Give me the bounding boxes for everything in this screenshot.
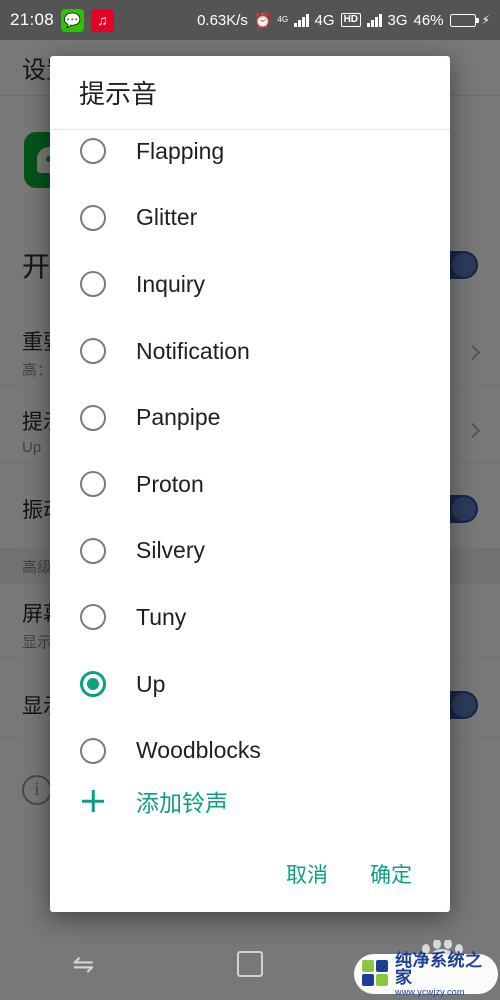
sound-option-row[interactable]: Glitter <box>50 185 450 252</box>
charging-bolt-icon: ⚡ <box>481 13 490 27</box>
sound-option-row[interactable]: Notification <box>50 318 450 385</box>
sound-option-label: Glitter <box>136 204 198 231</box>
radio-unchecked-icon[interactable] <box>80 604 106 631</box>
signal-bars-icon-1 <box>294 13 309 27</box>
notification-sound-dialog: 提示音 Flapping Glitter Inquiry Notification Pa… <box>50 56 450 912</box>
add-ringtone-label: 添加铃声 <box>136 790 228 816</box>
status-bar-clock: 21:08 <box>10 10 55 29</box>
radio-unchecked-icon[interactable] <box>80 737 106 764</box>
sound-option-label: Inquiry <box>136 270 206 297</box>
sound-options-list[interactable]: Flapping Glitter Inquiry Notification Panpip… <box>50 130 450 766</box>
sound-option-row[interactable]: Woodblocks <box>50 717 450 766</box>
network-type-label-1: 4G <box>314 11 335 29</box>
alarm-icon: ⏰ <box>253 11 272 28</box>
network-type-label-2: 3G <box>387 11 408 29</box>
watermark-logo-icon <box>362 960 390 988</box>
sound-option-label: Flapping <box>136 137 225 164</box>
confirm-button[interactable]: 确定 <box>366 853 416 895</box>
hd-badge-icon: HD <box>340 13 362 27</box>
radio-unchecked-icon[interactable] <box>80 404 106 431</box>
sound-option-label: Up <box>136 670 166 697</box>
nav-recent-apps-button[interactable]: ⇋ <box>38 939 128 989</box>
home-square-icon <box>236 951 263 977</box>
battery-percent-label: 46% <box>413 11 444 29</box>
data-transfer-icon: 4G <box>277 15 289 24</box>
sound-option-row[interactable]: Proton <box>50 451 450 518</box>
wechat-icon: 💬 <box>61 8 85 32</box>
sound-option-row[interactable]: Flapping <box>50 130 450 185</box>
watermark-brand: 纯净系统之家 <box>395 950 483 987</box>
sound-option-label: Tuny <box>136 603 187 630</box>
sound-option-row[interactable]: Silvery <box>50 518 450 585</box>
radio-unchecked-icon[interactable] <box>80 471 106 498</box>
status-bar-right: 0.63K/s ⏰ 4G 4G HD 3G 46% ⚡ <box>197 12 490 29</box>
radio-unchecked-icon[interactable] <box>80 338 106 365</box>
netease-music-icon: ♫ <box>91 8 115 32</box>
watermark-pill: 纯净系统之家 www.ycwjzy.com <box>354 950 498 997</box>
sound-option-row[interactable]: Panpipe <box>50 384 450 451</box>
plus-icon <box>80 788 106 814</box>
signal-bars-icon-2 <box>367 13 382 27</box>
radio-unchecked-icon[interactable] <box>80 537 106 564</box>
radio-unchecked-icon[interactable] <box>80 138 106 165</box>
sound-option-row[interactable]: Tuny <box>50 584 450 651</box>
cancel-button[interactable]: 取消 <box>282 853 332 895</box>
sound-option-label: Silvery <box>136 537 206 564</box>
radio-checked-icon[interactable] <box>80 671 106 698</box>
phone-screen: 设置 开 重要 高： 提示音 Up 振动 <box>0 0 500 1000</box>
sound-option-label: Woodblocks <box>136 737 261 764</box>
status-bar-left: 21:08 💬 ♫ <box>10 8 115 32</box>
radio-unchecked-icon[interactable] <box>80 204 106 231</box>
add-ringtone-button[interactable]: 添加铃声 <box>50 766 450 836</box>
dialog-actions: 取消 确定 <box>50 836 450 912</box>
sound-option-label: Notification <box>136 337 250 364</box>
sound-option-row[interactable]: Up <box>50 651 450 718</box>
radio-unchecked-icon[interactable] <box>80 271 106 298</box>
nav-home-button[interactable] <box>205 939 295 989</box>
sound-option-row[interactable]: Inquiry <box>50 251 450 318</box>
site-watermark: 纯净系统之家 www.ycwjzy.com <box>346 940 498 996</box>
sound-option-label: Proton <box>136 470 204 497</box>
status-bar: 21:08 💬 ♫ 0.63K/s ⏰ 4G 4G HD 3G 46% ⚡ <box>0 0 500 40</box>
sound-option-label: Panpipe <box>136 404 221 431</box>
watermark-url: www.ycwjzy.com <box>395 986 465 997</box>
network-speed-label: 0.63K/s <box>197 11 248 29</box>
battery-icon <box>449 13 479 27</box>
dialog-title: 提示音 <box>50 56 450 130</box>
